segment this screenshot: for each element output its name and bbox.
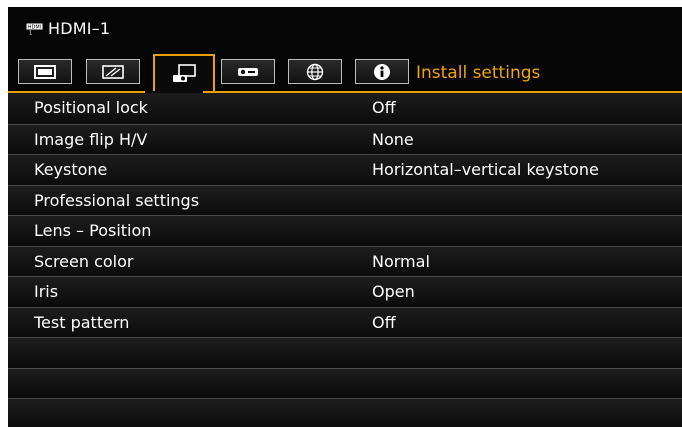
menu-row-professional-settings[interactable]: Professional settings [8, 184, 682, 215]
tab-network[interactable] [288, 59, 342, 84]
menu-item-label: Image flip H/V [34, 129, 148, 149]
menu-item-value: Open [372, 282, 415, 301]
menu-row-screen-color[interactable]: Screen color Normal [8, 245, 682, 276]
hdmi-port-icon: HDMI 1 [26, 20, 43, 37]
menu-item-label: Test pattern [34, 312, 130, 332]
menu-item-value: Off [372, 98, 396, 117]
tab-picture[interactable] [18, 59, 72, 84]
menu-item-value: Off [372, 312, 396, 332]
menu-item-value: Normal [372, 251, 430, 271]
projector-system-icon [238, 67, 258, 76]
source-header: HDMI 1 HDMI–1 [8, 7, 682, 55]
network-globe-icon [306, 63, 324, 80]
menu-row-empty [8, 398, 682, 427]
menu-row-test-pattern[interactable]: Test pattern Off [8, 306, 682, 337]
menu-item-label: Positional lock [34, 98, 148, 117]
menu-item-label: Professional settings [34, 190, 200, 210]
menu-item-value: Horizontal–vertical keystone [372, 160, 599, 179]
menu-item-label: Iris [34, 282, 59, 301]
menu-item-label: Lens – Position [34, 221, 152, 240]
menu-row-positional-lock[interactable]: Positional lock Off [8, 93, 682, 124]
tab-install-settings[interactable] [153, 54, 215, 91]
info-icon [374, 63, 390, 80]
projector-osd-menu: HDMI 1 HDMI–1 Install settings Positiona… [8, 7, 682, 427]
tab-system-settings[interactable] [221, 59, 275, 84]
menu-row-image-flip[interactable]: Image flip H/V None [8, 123, 682, 154]
svg-text:1: 1 [29, 31, 32, 36]
install-settings-menu: Positional lock Off Image flip H/V None … [8, 93, 682, 427]
menu-row-lens-position[interactable]: Lens – Position [8, 215, 682, 246]
menu-row-keystone[interactable]: Keystone Horizontal–vertical keystone [8, 154, 682, 185]
settings-tab-bar: Install settings [18, 54, 682, 91]
aspect-screen-icon [102, 64, 124, 79]
active-tab-title: Install settings [416, 63, 541, 83]
projector-install-icon [173, 63, 196, 82]
menu-row-iris[interactable]: Iris Open [8, 276, 682, 307]
menu-item-label: Keystone [34, 160, 108, 179]
tab-screen-aspect[interactable] [86, 59, 140, 84]
menu-item-label: Screen color [34, 251, 134, 271]
menu-row-empty [8, 367, 682, 398]
menu-row-empty [8, 337, 682, 368]
tab-information[interactable] [355, 59, 409, 84]
menu-item-value: None [372, 129, 414, 149]
source-label: HDMI–1 [48, 19, 111, 38]
picture-monitor-icon [34, 64, 56, 79]
